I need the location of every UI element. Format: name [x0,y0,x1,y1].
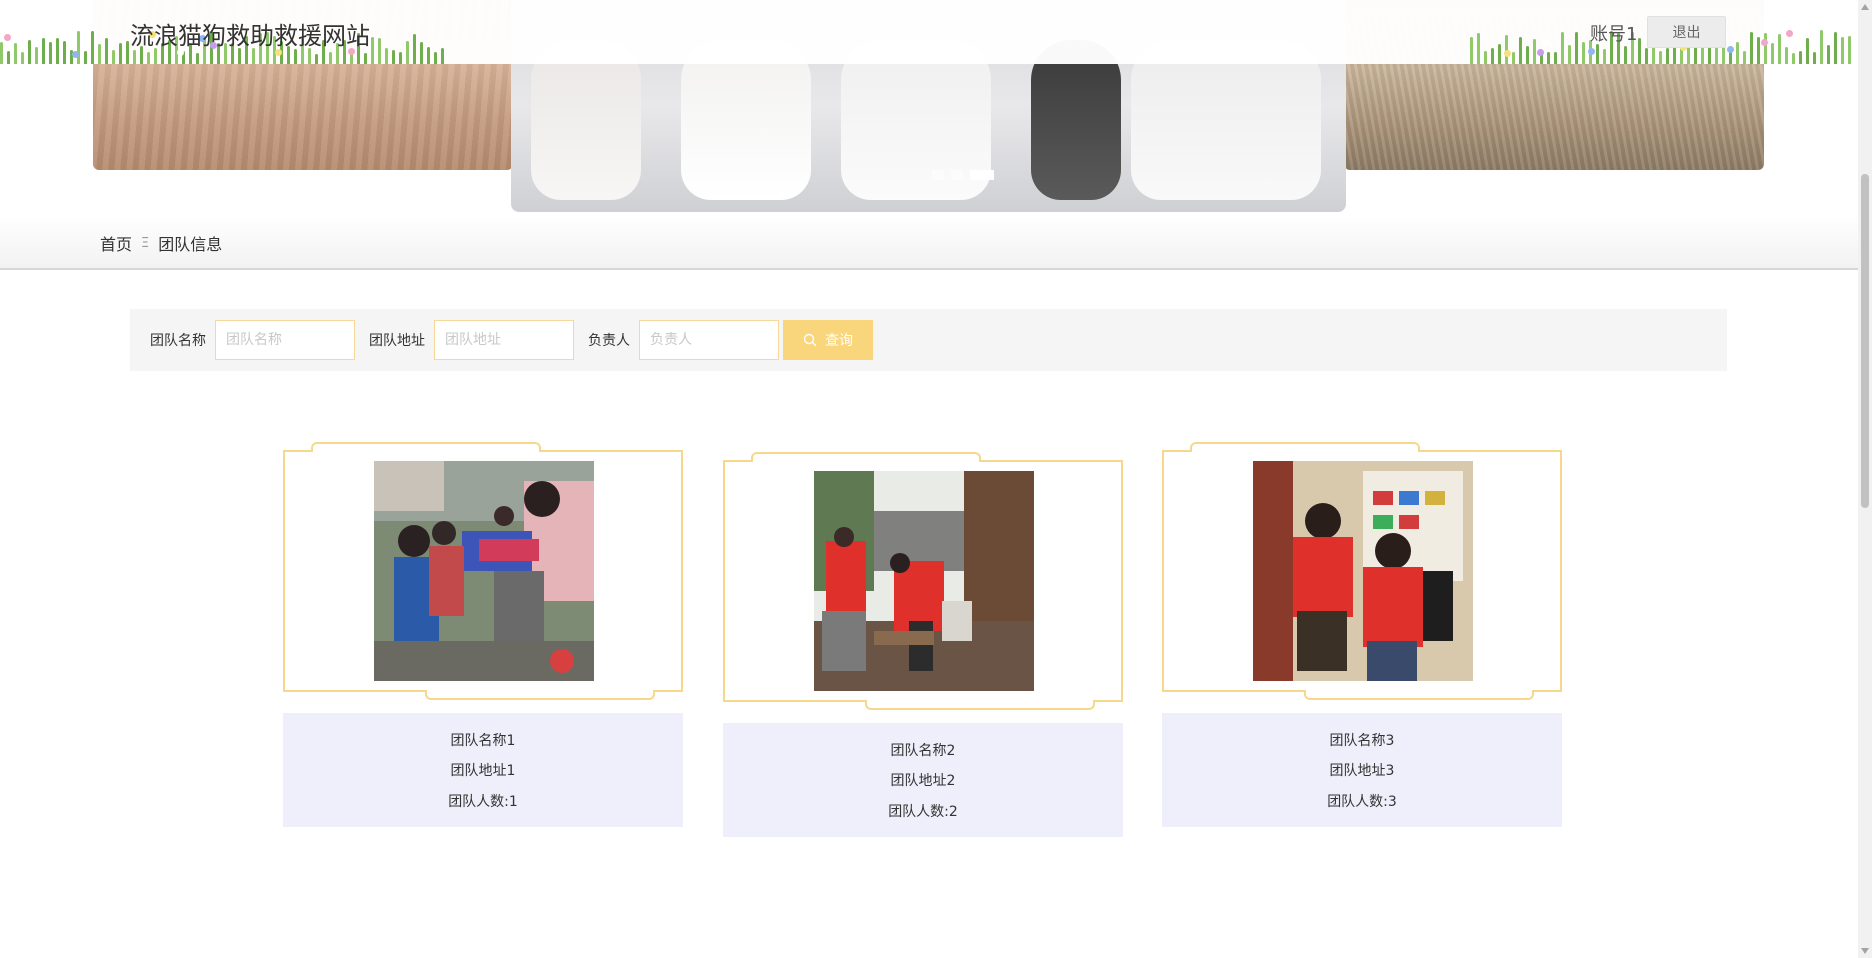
carousel-dot-2[interactable] [951,170,963,180]
team-address-label: 团队地址 [369,333,425,349]
team-address-input[interactable] [434,320,574,360]
team-address: 团队地址2 [890,773,956,789]
team-name: 团队名称2 [890,742,956,759]
team-name-label: 团队名称 [150,333,206,349]
scroll-down-icon[interactable] [1861,948,1869,954]
breadcrumb: 首页 Ξ 团队信息 [100,231,222,255]
team-address: 团队地址3 [1329,763,1395,779]
team-info: 团队名称1 团队地址1 团队人数:1 [283,713,683,827]
team-member-count: 团队人数:3 [1327,793,1397,810]
logout-button[interactable]: 退出 [1647,16,1726,48]
breadcrumb-home[interactable]: 首页 [100,231,132,255]
search-button[interactable]: 查询 [783,320,873,360]
carousel-indicators [932,170,994,180]
team-name: 团队名称3 [1329,732,1395,749]
scroll-up-icon[interactable] [1861,4,1869,10]
team-photo[interactable] [814,471,1034,691]
team-card-frame [283,442,683,700]
cat-paw-image [681,40,811,200]
scrollbar-thumb[interactable] [1861,174,1869,508]
site-title: 流浪猫狗救助救援网站 [130,22,370,50]
search-button-label: 查询 [825,333,853,349]
team-info: 团队名称3 团队地址3 团队人数:3 [1162,713,1562,827]
search-bar: 团队名称 团队地址 负责人 查询 [130,309,1727,371]
team-card-frame [1162,442,1562,700]
breadcrumb-bar: 首页 Ξ 团队信息 [0,215,1858,270]
team-card-frame [723,452,1123,710]
team-name-input[interactable] [215,320,355,360]
breadcrumb-current: 团队信息 [158,235,223,254]
page-scrollbar[interactable] [1858,0,1872,958]
team-info: 团队名称2 团队地址2 团队人数:2 [723,723,1123,837]
page: 流浪猫狗救助救援网站 账号1 退出 首页 Ξ 团队信息 团队名称 团队地址 负责… [0,0,1872,958]
cat-paw-image [531,40,641,200]
leader-label: 负责人 [588,333,630,349]
carousel-dot-3[interactable] [970,170,994,180]
team-address: 团队地址1 [450,763,516,779]
leader-input[interactable] [639,320,779,360]
team-member-count: 团队人数:1 [448,793,518,810]
carousel-dot-1[interactable] [932,170,944,180]
team-member-count: 团队人数:2 [888,803,958,820]
team-photo[interactable] [374,461,594,681]
breadcrumb-separator-icon: Ξ [141,235,150,251]
team-name: 团队名称1 [450,732,516,749]
team-photo[interactable] [1253,461,1473,681]
top-header: 流浪猫狗救助救援网站 账号1 退出 [0,0,1858,64]
cat-paw-image [1031,40,1121,200]
cat-paw-image [1131,40,1321,200]
account-name: 账号1 [1590,24,1638,45]
search-icon [803,333,817,347]
